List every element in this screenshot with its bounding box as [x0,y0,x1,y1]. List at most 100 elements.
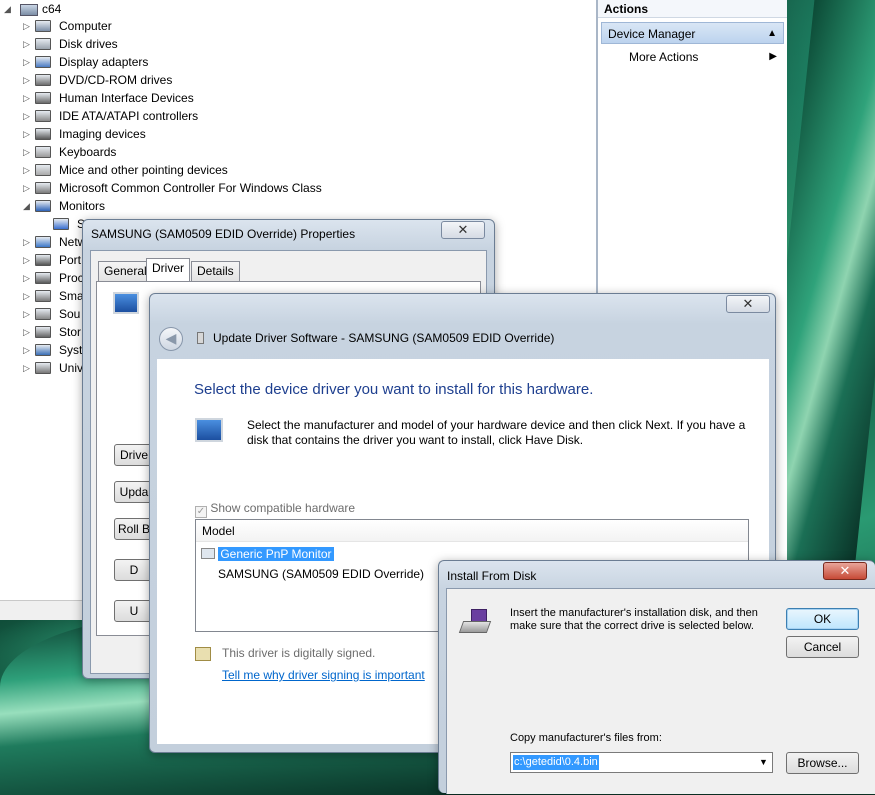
properties-dialog-title: SAMSUNG (SAM0509 EDID Override) Properti… [91,227,356,241]
expand-icon[interactable]: ▷ [22,251,31,269]
driver-details-button[interactable]: Drive [114,444,154,466]
expand-icon[interactable]: ▷ [22,17,31,35]
tree-item-label: Monitors [59,199,106,213]
device-category-icon [35,38,51,50]
show-compatible-label: Show compatible hardware [210,501,356,515]
expand-icon[interactable]: ▷ [22,125,31,143]
expand-icon[interactable]: ▷ [22,179,31,197]
device-category-icon [35,92,51,104]
submenu-arrow-icon: ▶ [769,51,777,62]
show-compatible-checkbox[interactable]: ✓ Show compatible hardware [195,500,356,518]
update-driver-button[interactable]: Upda [114,481,154,503]
close-button[interactable]: ✕ [441,221,485,239]
install-from-disk-dialog: Install From Disk ✕ Insert the manufactu… [438,560,875,794]
tab-details[interactable]: Details [191,261,240,281]
tree-item-label: Disk drives [59,37,118,51]
expand-icon[interactable]: ▷ [22,305,31,323]
uninstall-button[interactable]: U [114,600,154,622]
tree-item-label: Port [59,253,82,267]
tree-item-label: Mice and other pointing devices [59,163,228,177]
expand-icon[interactable]: ▷ [22,143,31,161]
disable-button[interactable]: D [114,559,154,581]
close-button[interactable]: ✕ [726,295,770,313]
device-category-icon [35,56,51,68]
device-category-icon [35,74,51,86]
ok-button[interactable]: OK [786,608,859,630]
tree-item-label: IDE ATA/ATAPI controllers [59,109,199,123]
device-category-icon [35,128,51,140]
expand-icon[interactable]: ▷ [22,341,31,359]
browse-button[interactable]: Browse... [786,752,859,774]
model-generic-pnp[interactable]: Generic PnP Monitor [218,547,334,561]
tab-driver[interactable]: Driver [146,258,190,281]
device-category-icon [35,200,51,212]
expand-icon[interactable]: ▷ [22,323,31,341]
expand-icon[interactable]: ▷ [22,269,31,287]
checkbox-checked-icon[interactable]: ✓ [195,506,207,518]
install-from-disk-title: Install From Disk [447,569,537,583]
monitor-icon [113,292,139,314]
expand-icon[interactable]: ▷ [22,35,31,53]
signed-status-text: This driver is digitally signed. [222,646,376,660]
tree-item-label: Computer [59,19,112,33]
device-category-icon [35,146,51,158]
update-driver-title: Update Driver Software - SAMSUNG (SAM050… [213,331,555,345]
driver-signing-link[interactable]: Tell me why driver signing is important [222,668,425,682]
device-manager-action-group[interactable]: Device Manager ▲ [601,22,784,44]
chevron-down-icon[interactable]: ▼ [755,753,772,772]
device-category-icon [35,272,51,284]
expand-icon[interactable]: ▷ [22,161,31,179]
expand-icon[interactable]: ▷ [22,233,31,251]
path-value[interactable]: c:\getedid\0.4.bin [513,755,599,770]
roll-back-driver-button[interactable]: Roll B [114,518,154,540]
device-category-icon [35,110,51,122]
expand-icon[interactable]: ▷ [22,53,31,71]
device-category-icon [35,254,51,266]
tree-root-label: c64 [42,2,62,16]
copy-files-label: Copy manufacturer's files from: [510,732,662,744]
instruction-text: Select the manufacturer and model of you… [247,418,746,447]
monitor-icon [195,418,223,442]
certificate-icon [201,548,215,559]
collapse-icon[interactable]: ◢ [4,1,11,17]
device-category-icon [35,182,51,194]
expand-icon[interactable]: ▷ [22,71,31,89]
device-category-icon [35,236,51,248]
collapse-icon[interactable]: ◢ [22,197,31,215]
model-column-header[interactable]: Model [196,520,748,542]
computer-icon [20,4,38,16]
install-from-disk-client: Insert the manufacturer's installation d… [446,588,875,794]
device-category-icon [35,344,51,356]
expand-icon[interactable]: ▷ [22,359,31,377]
actions-header: Actions [598,0,787,18]
device-category-icon [35,20,51,32]
device-category-icon [35,362,51,374]
list-item[interactable]: Generic PnP Monitor [201,546,334,563]
tree-item-label: Proc [59,271,84,285]
device-manager-action-label: Device Manager [608,27,696,41]
install-disk-icon [458,609,493,637]
expand-icon[interactable]: ▷ [22,89,31,107]
expand-icon[interactable]: ▷ [22,107,31,125]
collapse-up-icon[interactable]: ▲ [767,23,777,45]
cancel-button[interactable]: Cancel [786,636,859,658]
tree-item-label: Sma [59,289,84,303]
tab-general[interactable]: General [98,261,153,281]
close-button[interactable]: ✕ [823,562,867,580]
more-actions-item[interactable]: More Actions ▶ [598,48,787,66]
path-combobox[interactable]: c:\getedid\0.4.bin ▼ [510,752,773,773]
tree-item-label: Syst [59,343,83,357]
signed-driver-icon [195,647,211,661]
driver-icon [197,332,204,344]
model-samsung[interactable]: SAMSUNG (SAM0509 EDID Override) [218,567,424,581]
actions-pane: Actions Device Manager ▲ More Actions ▶ [597,0,787,293]
tree-item-label: Univ [59,361,84,375]
install-message: Insert the manufacturer's installation d… [510,607,758,632]
back-arrow-icon[interactable]: ◀ [159,327,183,351]
device-category-icon [35,164,51,176]
list-item[interactable]: SAMSUNG (SAM0509 EDID Override) [218,566,424,583]
device-category-icon [53,218,69,230]
more-actions-label: More Actions [629,50,699,64]
expand-icon[interactable]: ▷ [22,287,31,305]
tree-item-label: Stor [59,325,82,339]
